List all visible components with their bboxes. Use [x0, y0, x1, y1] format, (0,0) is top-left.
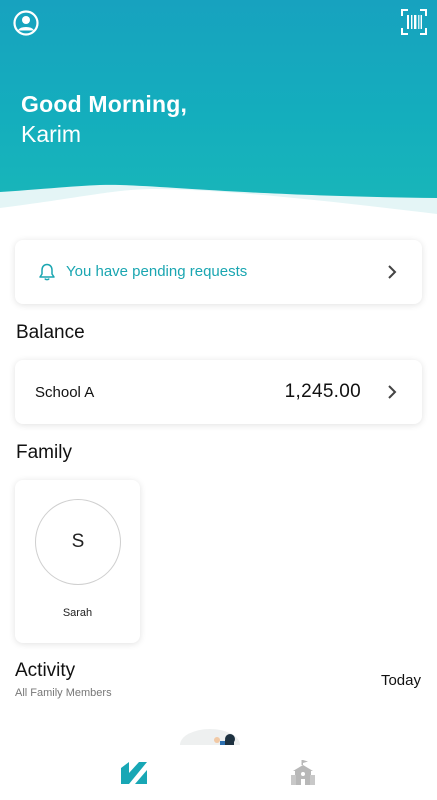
header-wave	[0, 184, 437, 215]
greeting-text: Good Morning,	[21, 91, 188, 117]
activity-date-filter[interactable]: Today	[381, 672, 421, 689]
avatar: S	[35, 499, 121, 585]
school-icon[interactable]	[289, 759, 317, 787]
bell-icon	[39, 263, 55, 281]
bottom-navigation	[0, 745, 437, 800]
balance-section-title: Balance	[16, 322, 85, 343]
family-member-name: Sarah	[62, 607, 93, 619]
avatar-initial: S	[71, 531, 85, 552]
family-member-card[interactable]: S Sarah	[15, 480, 140, 643]
family-section-title: Family	[16, 442, 72, 463]
balance-card-school-a[interactable]: School A 1,245.00	[15, 360, 422, 424]
user-name: Karim	[21, 121, 82, 147]
home-logo-icon[interactable]	[119, 760, 149, 786]
school-name: School A	[35, 384, 95, 401]
chevron-right-icon	[388, 265, 397, 279]
account-circle-icon[interactable]	[12, 9, 40, 37]
activity-section-title: Activity	[15, 660, 76, 681]
pending-requests-text: You have pending requests	[66, 263, 248, 280]
balance-amount: 1,245.00	[284, 381, 361, 402]
empty-activity-illustration	[180, 729, 240, 745]
activity-subtitle: All Family Members	[15, 687, 112, 699]
header-banner: Good Morning, Karim	[0, 0, 437, 215]
barcode-scan-icon[interactable]	[401, 9, 427, 35]
chevron-right-icon	[388, 385, 397, 399]
pending-requests-card[interactable]: You have pending requests	[15, 240, 422, 304]
